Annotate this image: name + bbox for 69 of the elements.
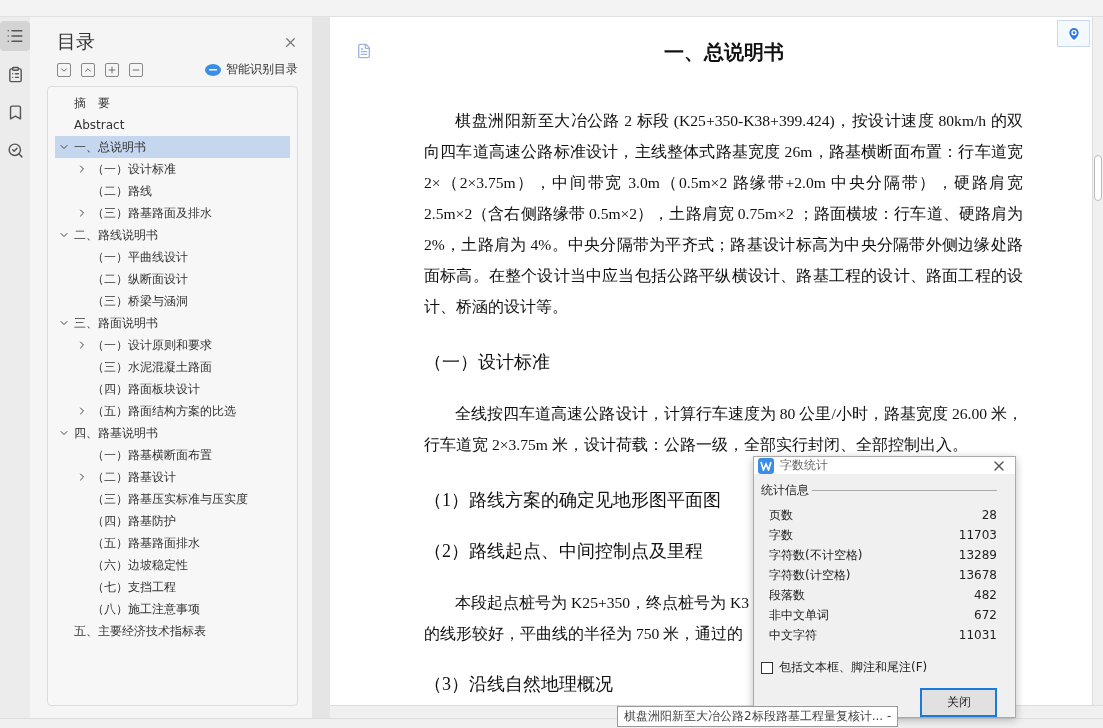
stat-label: 段落数 [769,586,805,604]
outline-item[interactable]: （四）路面板块设计 [55,378,290,400]
outline-item[interactable]: （三）路基压实标准与压实度 [55,488,290,510]
outline-icon [6,27,24,45]
outline-item[interactable]: 三、路面说明书 [55,312,290,334]
sidebar-tab[interactable] [0,21,30,51]
outline-item[interactable]: （一）路基横断面布置 [55,444,290,466]
stat-value: 482 [974,588,997,602]
location-button[interactable] [1057,20,1090,47]
outline-item[interactable]: （八）施工注意事项 [55,598,290,620]
stat-label: 字符数(不计空格) [769,546,863,564]
paragraph-line: 本段起点桩号为 K25+350，终点桩号为 K3 [454,593,750,613]
stat-label: 字数 [769,526,793,544]
outline-item[interactable]: （二）纵断面设计 [55,268,290,290]
outline-item[interactable]: （二）路基设计 [55,466,290,488]
outline-item[interactable]: （七）支挡工程 [55,576,290,598]
smart-toc-button[interactable]: 智能识别目录 [205,61,298,78]
outline-item[interactable]: （二）路线 [55,180,290,202]
remove-button[interactable] [129,62,143,77]
outline-item[interactable]: 五、主要经济技术指标表 [55,620,290,642]
checkbox-label: 包括文本框、脚注和尾注(F) [779,659,928,676]
search-icon [6,141,24,159]
stat-value: 11031 [958,628,997,642]
plus-icon [107,64,117,75]
outline-item[interactable]: 四、路基说明书 [55,422,290,444]
outline-item[interactable]: （一）平曲线设计 [55,246,290,268]
outline-item[interactable]: （五）路基路面排水 [55,532,290,554]
stat-label: 中文字符 [769,626,817,644]
stat-value: 28 [981,508,997,522]
section-heading: （一）设计标准 [424,351,550,374]
stat-label: 页数 [769,506,793,524]
paragraph: 棋盘洲阳新至大冶公路 2 标段 (K25+350-K38+399.424)，按设计速度 80km/h 的双向四车道高速公路标准设计，主线整体式路基宽度 26m，路基横断面布置：行车道宽 2×（2×3.75m），中间带宽 3.0m（0.5m×2 路缘带+2.0m 中央分隔带），硬路肩宽 2.5m×2（含右侧路缘带 0.5m×2），土路肩宽 0.75m×2 ；路面横坡：行车道、硬路肩为 2%，土路肩为 4%。中央分隔带为平齐式；路基设计标高为中央分隔带外侧边缘处路面标高。在整个设计当中应当包括公路平纵横设计、路基工程的设计、路面工程的设计、桥涵的设计等。 [424,111,1023,317]
stat-label: 非中文单词 [769,606,829,624]
outline-item[interactable]: （三）路基路面及排水 [55,202,290,224]
section-heading: （2）路线起点、中间控制点及里程 [424,540,703,563]
outline-item[interactable]: （四）路基防护 [55,510,290,532]
outline-item[interactable]: 二、路线说明书 [55,224,290,246]
stat-value: 11703 [958,528,997,542]
section-heading: （3）沿线自然地理概况 [424,673,613,696]
outline-item[interactable]: 摘 要 [55,92,290,114]
checkbox[interactable] [761,661,773,674]
paragraph-line: 的线形较好，平曲线的半径为 750 米，通过的 [424,624,744,644]
outline-item[interactable]: 一、总说明书 [55,136,290,158]
document-icon[interactable] [356,43,372,59]
dialog-title: 字数统计 [780,457,828,474]
outline-item[interactable]: Abstract [55,114,290,136]
outline-item[interactable]: （六）边坡稳定性 [55,554,290,576]
paragraph: 全线按四车道高速公路设计，计算行车速度为 80 公里/小时，路基宽度 26.00 米，行车道宽 2×3.75m 米，设计荷载：公路一级，全部实行封闭、全部控制出入。 [424,404,1023,455]
document-title: 一、总说明书 [662,40,785,65]
tooltip: 棋盘洲阳新至大冶公路2标段路基工程量复核计... - [617,706,899,727]
collapse-button[interactable] [81,62,95,77]
outline-item[interactable]: （五）路面结构方案的比选 [55,400,290,422]
outline-item[interactable]: （一）设计标准 [55,158,290,180]
location-pin-icon [1065,25,1082,42]
outline-item[interactable]: （一）设计原则和要求 [55,334,290,356]
page-list-icon [6,65,24,83]
panel-title: 目录 [57,29,95,54]
stat-value: 13678 [958,568,997,582]
stat-label: 字符数(计空格) [769,566,851,584]
outline-item[interactable]: （三）桥梁与涵洞 [55,290,290,312]
section-heading: （1）路线方案的确定见地形图平面图 [424,489,721,512]
group-label: 统计信息 [761,482,809,499]
stat-value: 672 [974,608,997,622]
expand-button[interactable] [57,62,71,77]
close-button[interactable]: 关闭 [920,688,997,717]
add-button[interactable] [105,62,119,77]
vertical-scrollbar[interactable] [1092,17,1103,705]
stat-value: 13289 [958,548,997,562]
outline-item[interactable]: （三）水泥混凝土路面 [55,356,290,378]
